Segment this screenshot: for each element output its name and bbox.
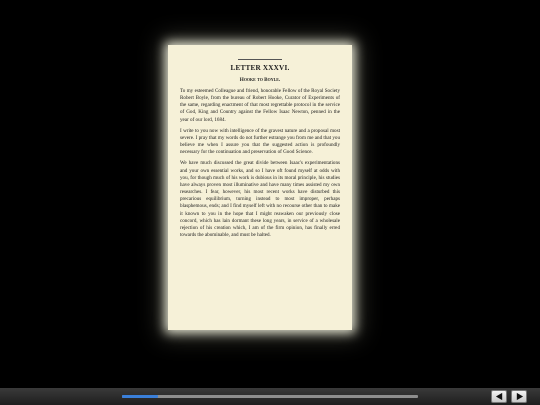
- title-rule: [238, 59, 282, 60]
- next-page-button[interactable]: [511, 390, 527, 403]
- triangle-left-icon: [495, 392, 502, 401]
- previous-page-button[interactable]: [491, 390, 507, 403]
- letter-subtitle: Hooke to Boyle.: [239, 77, 281, 83]
- reader-viewport: LETTER XXXVI. Hooke to Boyle. To my este…: [0, 0, 540, 388]
- page-progress-slider[interactable]: [122, 395, 418, 398]
- paragraph-1: To my esteemed Colleague and friend, hon…: [180, 88, 340, 123]
- book-page: LETTER XXXVI. Hooke to Boyle. To my este…: [168, 45, 352, 330]
- progress-fill: [122, 395, 158, 398]
- paragraph-3: We have much discussed the great divide …: [180, 160, 340, 238]
- triangle-right-icon: [516, 392, 523, 401]
- letter-title: LETTER XXXVI.: [230, 64, 290, 72]
- paragraph-2: I write to you now with intelligence of …: [180, 127, 340, 156]
